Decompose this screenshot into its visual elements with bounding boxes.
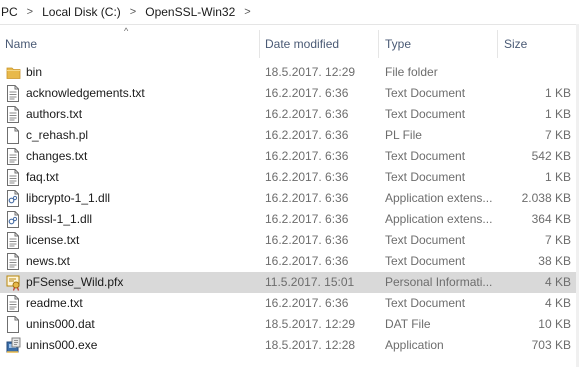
text-document-icon: [6, 295, 20, 312]
text-document-icon: [6, 106, 20, 123]
file-date-modified: 16.2.2017. 6:36: [265, 149, 349, 163]
file-name: authors.txt: [26, 107, 83, 121]
file-row[interactable]: unins000.dat 18.5.2017. 12:29 DAT File 10 K…: [0, 314, 579, 335]
file-row[interactable]: libssl-1_1.dll 16.2.2017. 6:36 Application…: [0, 209, 579, 230]
file-date-modified: 16.2.2017. 6:36: [265, 86, 349, 100]
file-name: news.txt: [26, 254, 71, 268]
file-size: 4 KB: [544, 296, 571, 310]
chevron-right-icon[interactable]: >: [21, 6, 39, 18]
file-name: license.txt: [26, 233, 80, 247]
file-size: 2.038 KB: [521, 191, 571, 205]
file-name: faq.txt: [26, 170, 59, 184]
file-name: unins000.exe: [26, 338, 98, 352]
file-size: 4 KB: [544, 275, 571, 289]
file-size: 1 KB: [544, 86, 571, 100]
file-size: 1 KB: [544, 107, 571, 121]
file-date-modified: 16.2.2017. 6:36: [265, 254, 349, 268]
file-size: 38 KB: [538, 254, 571, 268]
file-type: Text Document: [385, 233, 466, 247]
file-type: Text Document: [385, 107, 466, 121]
file-row[interactable]: libcrypto-1_1.dll 16.2.2017. 6:36 Applicat…: [0, 188, 579, 209]
file-type: Text Document: [385, 170, 466, 184]
file-type: Application extens...: [385, 191, 493, 205]
file-name: unins000.dat: [26, 317, 95, 331]
file-type: Text Document: [385, 86, 466, 100]
text-document-icon: [6, 232, 20, 249]
file-date-modified: 16.2.2017. 6:36: [265, 170, 349, 184]
file-row[interactable]: changes.txt 16.2.2017. 6:36 Text Document 5…: [0, 146, 579, 167]
breadcrumb: PC > Local Disk (C:) > OpenSSL-Win32 >: [0, 0, 579, 25]
file-row[interactable]: faq.txt 16.2.2017. 6:36 Text Document 1 KB: [0, 167, 579, 188]
chevron-right-icon[interactable]: >: [124, 6, 142, 18]
file-size: 1 KB: [544, 170, 571, 184]
file-type: DAT File: [385, 317, 431, 331]
file-size: 7 KB: [544, 233, 571, 247]
file-name: changes.txt: [26, 149, 88, 163]
text-document-icon: [6, 253, 20, 270]
file-name: bin: [26, 65, 43, 79]
file-row[interactable]: bin 18.5.2017. 12:29 File folder: [0, 62, 579, 83]
file-size: 364 KB: [531, 212, 571, 226]
file-row[interactable]: pFSense_Wild.pfx 11.5.2017. 15:01 Personal…: [0, 272, 579, 293]
file-row[interactable]: acknowledgements.txt 16.2.2017. 6:36 Text …: [0, 83, 579, 104]
file-type: Personal Informati...: [385, 275, 493, 289]
file-type: Application: [385, 338, 444, 352]
column-header-row: ^ Name Date modified Type Size: [0, 26, 579, 60]
file-row[interactable]: readme.txt 16.2.2017. 6:36 Text Document 4 …: [0, 293, 579, 314]
file-size: 703 KB: [531, 338, 571, 352]
file-name: readme.txt: [26, 296, 83, 310]
column-header-date[interactable]: Date modified: [260, 34, 378, 54]
file-date-modified: 16.2.2017. 6:36: [265, 233, 349, 247]
chevron-right-icon[interactable]: >: [238, 6, 256, 18]
blank-file-icon: [6, 127, 20, 144]
file-date-modified: 18.5.2017. 12:29: [265, 317, 356, 331]
column-header-size[interactable]: Size: [499, 34, 575, 54]
file-row[interactable]: c_rehash.pl 16.2.2017. 6:36 PL File 7 KB: [0, 125, 579, 146]
text-document-icon: [6, 148, 20, 165]
dll-file-icon: [6, 190, 20, 207]
file-name: libcrypto-1_1.dll: [26, 191, 111, 205]
column-header-name[interactable]: Name: [0, 34, 258, 54]
column-header-type[interactable]: Type: [380, 34, 496, 54]
file-row[interactable]: news.txt 16.2.2017. 6:36 Text Document 38 K…: [0, 251, 579, 272]
file-type: Application extens...: [385, 212, 493, 226]
file-type: PL File: [385, 128, 422, 142]
file-date-modified: 11.5.2017. 15:01: [265, 275, 355, 289]
file-date-modified: 16.2.2017. 6:36: [265, 128, 349, 142]
blank-file-icon: [6, 316, 20, 333]
file-size: 10 KB: [538, 317, 571, 331]
file-date-modified: 16.2.2017. 6:36: [265, 296, 349, 310]
file-type: File folder: [385, 65, 438, 79]
file-date-modified: 16.2.2017. 6:36: [265, 212, 349, 226]
breadcrumb-item-local-disk[interactable]: Local Disk (C:): [39, 5, 124, 19]
text-document-icon: [6, 85, 20, 102]
file-row[interactable]: license.txt 16.2.2017. 6:36 Text Document 7…: [0, 230, 579, 251]
breadcrumb-item-pc[interactable]: PC: [0, 5, 21, 19]
file-date-modified: 18.5.2017. 12:29: [265, 65, 356, 79]
file-type: Text Document: [385, 254, 466, 268]
folder-icon: [6, 64, 21, 81]
dll-file-icon: [6, 211, 20, 228]
file-size: 7 KB: [544, 128, 571, 142]
file-list: bin 18.5.2017. 12:29 File folder acknowledg…: [0, 62, 579, 356]
file-date-modified: 16.2.2017. 6:36: [265, 191, 349, 205]
file-type: Text Document: [385, 296, 466, 310]
text-document-icon: [6, 169, 20, 186]
file-name: libssl-1_1.dll: [26, 212, 93, 226]
file-name: c_rehash.pl: [26, 128, 89, 142]
column-divider[interactable]: [497, 30, 498, 58]
file-type: Text Document: [385, 149, 466, 163]
breadcrumb-item-openssl[interactable]: OpenSSL-Win32: [142, 5, 238, 19]
file-row[interactable]: unins000.exe 18.5.2017. 12:28 Application 7…: [0, 335, 579, 356]
file-name: acknowledgements.txt: [26, 86, 145, 100]
installer-icon: [6, 337, 21, 354]
file-row[interactable]: authors.txt 16.2.2017. 6:36 Text Document 1…: [0, 104, 579, 125]
file-name: pFSense_Wild.pfx: [26, 275, 124, 289]
certificate-icon: [6, 274, 20, 291]
column-divider[interactable]: [378, 30, 379, 58]
file-size: 542 KB: [531, 149, 571, 163]
file-date-modified: 16.2.2017. 6:36: [265, 107, 349, 121]
file-date-modified: 18.5.2017. 12:28: [265, 338, 356, 352]
